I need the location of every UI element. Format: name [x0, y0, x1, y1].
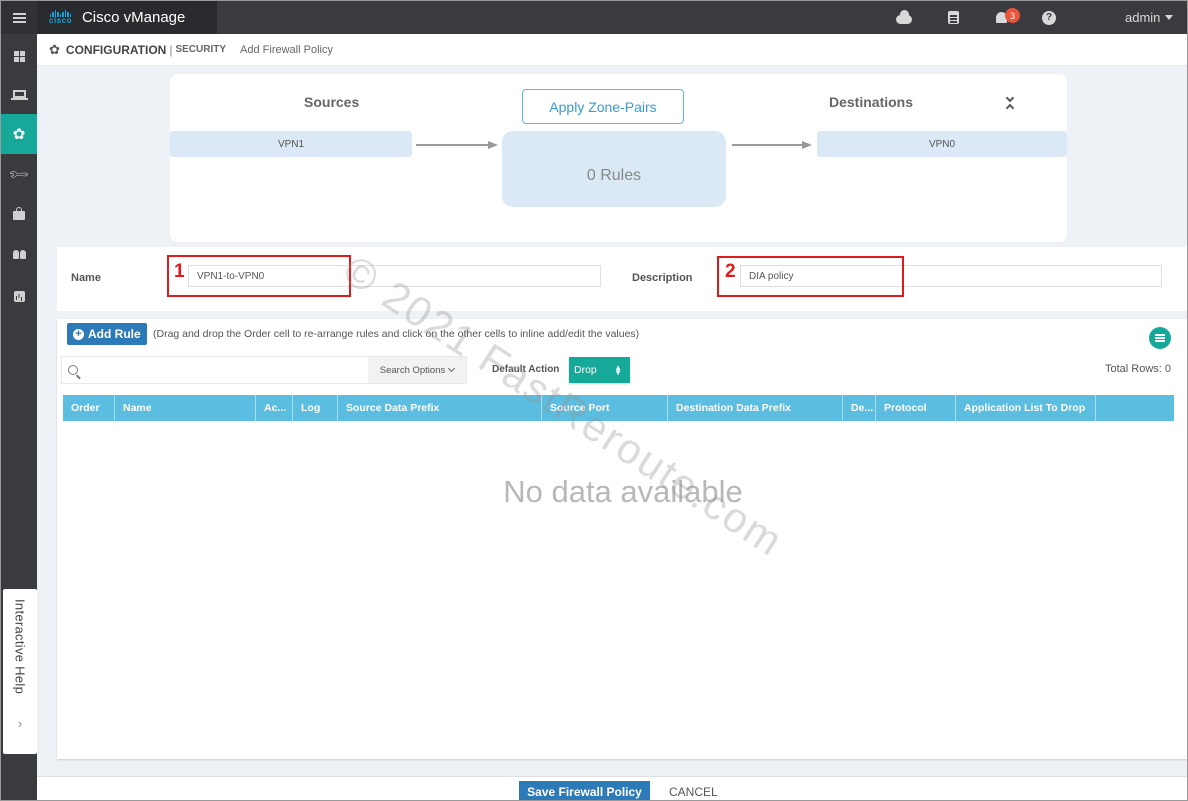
column-header[interactable]: Source Port — [542, 395, 668, 421]
chevron-down-icon — [448, 364, 456, 373]
interactive-help-label: Interactive Help — [12, 599, 28, 695]
brand[interactable]: cisco Cisco vManage — [37, 1, 217, 34]
collapse-icon[interactable] — [1005, 93, 1017, 114]
description-label: Description — [632, 272, 693, 284]
column-header[interactable]: De... — [843, 395, 876, 421]
arrow-right-icon — [416, 140, 498, 150]
column-header[interactable]: Application List To Drop — [956, 395, 1096, 421]
search-icon — [62, 357, 84, 383]
default-action-label: Default Action — [492, 364, 560, 375]
table-menu-button[interactable] — [1149, 327, 1171, 349]
breadcrumb-separator: | — [169, 42, 173, 57]
search-bar: Search Options — [61, 356, 467, 384]
wrench-icon: 🔧︎ — [6, 161, 31, 186]
default-action-value: Drop — [574, 364, 597, 376]
grid-icon — [13, 50, 25, 62]
callout-box-2 — [717, 256, 904, 297]
arrow-right-icon — [732, 140, 812, 150]
search-options-label: Search Options — [379, 364, 446, 376]
help-icon[interactable]: ? — [1041, 1, 1057, 34]
nav-item-analytics[interactable] — [1, 276, 37, 316]
left-nav: ✿ 🔧︎ Interactive Help › — [1, 34, 37, 800]
cloud-icon[interactable] — [894, 1, 914, 34]
column-header[interactable]: Protocol — [876, 395, 956, 421]
cancel-button[interactable]: CANCEL — [669, 781, 718, 800]
top-bar: cisco Cisco vManage 3 ? admin — [1, 1, 1187, 34]
nav-item-administration[interactable] — [1, 234, 37, 274]
app-title: Cisco vManage — [81, 9, 186, 26]
zone-pair-card: Sources Destinations VPN1 Apply Zone-Pai… — [170, 74, 1067, 242]
apply-zone-pairs-button[interactable]: Apply Zone-Pairs — [522, 89, 684, 124]
column-header[interactable]: Log — [293, 395, 338, 421]
callout-number-1: 1 — [174, 261, 185, 282]
column-header[interactable]: Destination Data Prefix — [668, 395, 843, 421]
nav-item-maintenance[interactable] — [1, 194, 37, 234]
column-header[interactable]: Source Data Prefix — [338, 395, 542, 421]
gear-icon: ✿ — [49, 41, 60, 57]
laptop-icon — [10, 90, 28, 100]
clipboard-icon[interactable] — [945, 1, 961, 34]
nav-item-tools[interactable]: 🔧︎ — [1, 154, 37, 194]
rules-table-header: Order Name Ac... Log Source Data Prefix … — [63, 395, 1174, 421]
search-input[interactable] — [84, 357, 368, 383]
column-header[interactable]: Name — [115, 395, 256, 421]
notification-badge: 3 — [1005, 8, 1020, 23]
chevron-right-icon: › — [17, 716, 23, 732]
nav-item-dashboard[interactable] — [1, 36, 37, 76]
empty-state: No data available — [503, 474, 743, 509]
destination-zone[interactable]: VPN0 — [817, 131, 1067, 157]
nav-item-monitor[interactable] — [1, 74, 37, 114]
caret-down-icon — [1165, 15, 1174, 20]
save-firewall-policy-button[interactable]: Save Firewall Policy — [519, 781, 650, 800]
plus-circle-icon: + — [73, 328, 84, 340]
username: admin — [1125, 10, 1161, 25]
search-options-dropdown[interactable]: Search Options — [368, 357, 466, 383]
app-window: cisco Cisco vManage 3 ? admin ✿ 🔧︎ Inter… — [0, 0, 1188, 801]
chart-icon — [13, 290, 25, 302]
nav-item-configuration[interactable]: ✿ — [1, 114, 37, 154]
page-title: Add Firewall Policy — [240, 43, 333, 56]
user-menu[interactable]: admin — [1125, 1, 1174, 34]
users-icon — [12, 249, 26, 259]
add-rule-label: Add Rule — [88, 327, 141, 341]
default-action-select[interactable]: Drop ▲ ▼ — [569, 357, 630, 383]
sort-arrows-icon: ▲ ▼ — [614, 363, 622, 377]
callout-number-2: 2 — [725, 261, 736, 282]
rules-count[interactable]: 0 Rules — [502, 131, 726, 207]
column-header[interactable] — [1096, 395, 1134, 421]
rules-panel: + Add Rule (Drag and drop the Order cell… — [57, 319, 1187, 759]
cisco-logo: cisco — [49, 10, 72, 25]
footer: Save Firewall Policy CANCEL — [37, 776, 1187, 800]
destinations-label: Destinations — [829, 94, 914, 110]
add-rule-button[interactable]: + Add Rule — [67, 323, 147, 345]
breadcrumb-section: CONFIGURATION — [65, 42, 167, 57]
sources-label: Sources — [304, 94, 360, 110]
interactive-help-tab[interactable]: Interactive Help › — [3, 589, 37, 754]
gear-icon: ✿ — [12, 125, 26, 143]
briefcase-icon — [13, 207, 25, 220]
callout-box-1 — [167, 255, 351, 297]
menu-icon[interactable] — [1, 1, 37, 34]
main-content: Sources Destinations VPN1 Apply Zone-Pai… — [37, 66, 1187, 776]
column-header[interactable]: Ac... — [256, 395, 293, 421]
total-rows: Total Rows: 0 — [1104, 363, 1171, 375]
name-label: Name — [71, 272, 101, 284]
policy-info-panel: Name 1 Description 2 — [57, 247, 1187, 311]
breadcrumb-subsection: SECURITY — [175, 44, 227, 55]
column-header[interactable]: Order — [63, 395, 115, 421]
source-zone[interactable]: VPN1 — [170, 131, 412, 157]
breadcrumb: ✿ CONFIGURATION | SECURITY Add Firewall … — [37, 34, 1187, 66]
rules-hint: (Drag and drop the Order cell to re-arra… — [153, 328, 640, 340]
